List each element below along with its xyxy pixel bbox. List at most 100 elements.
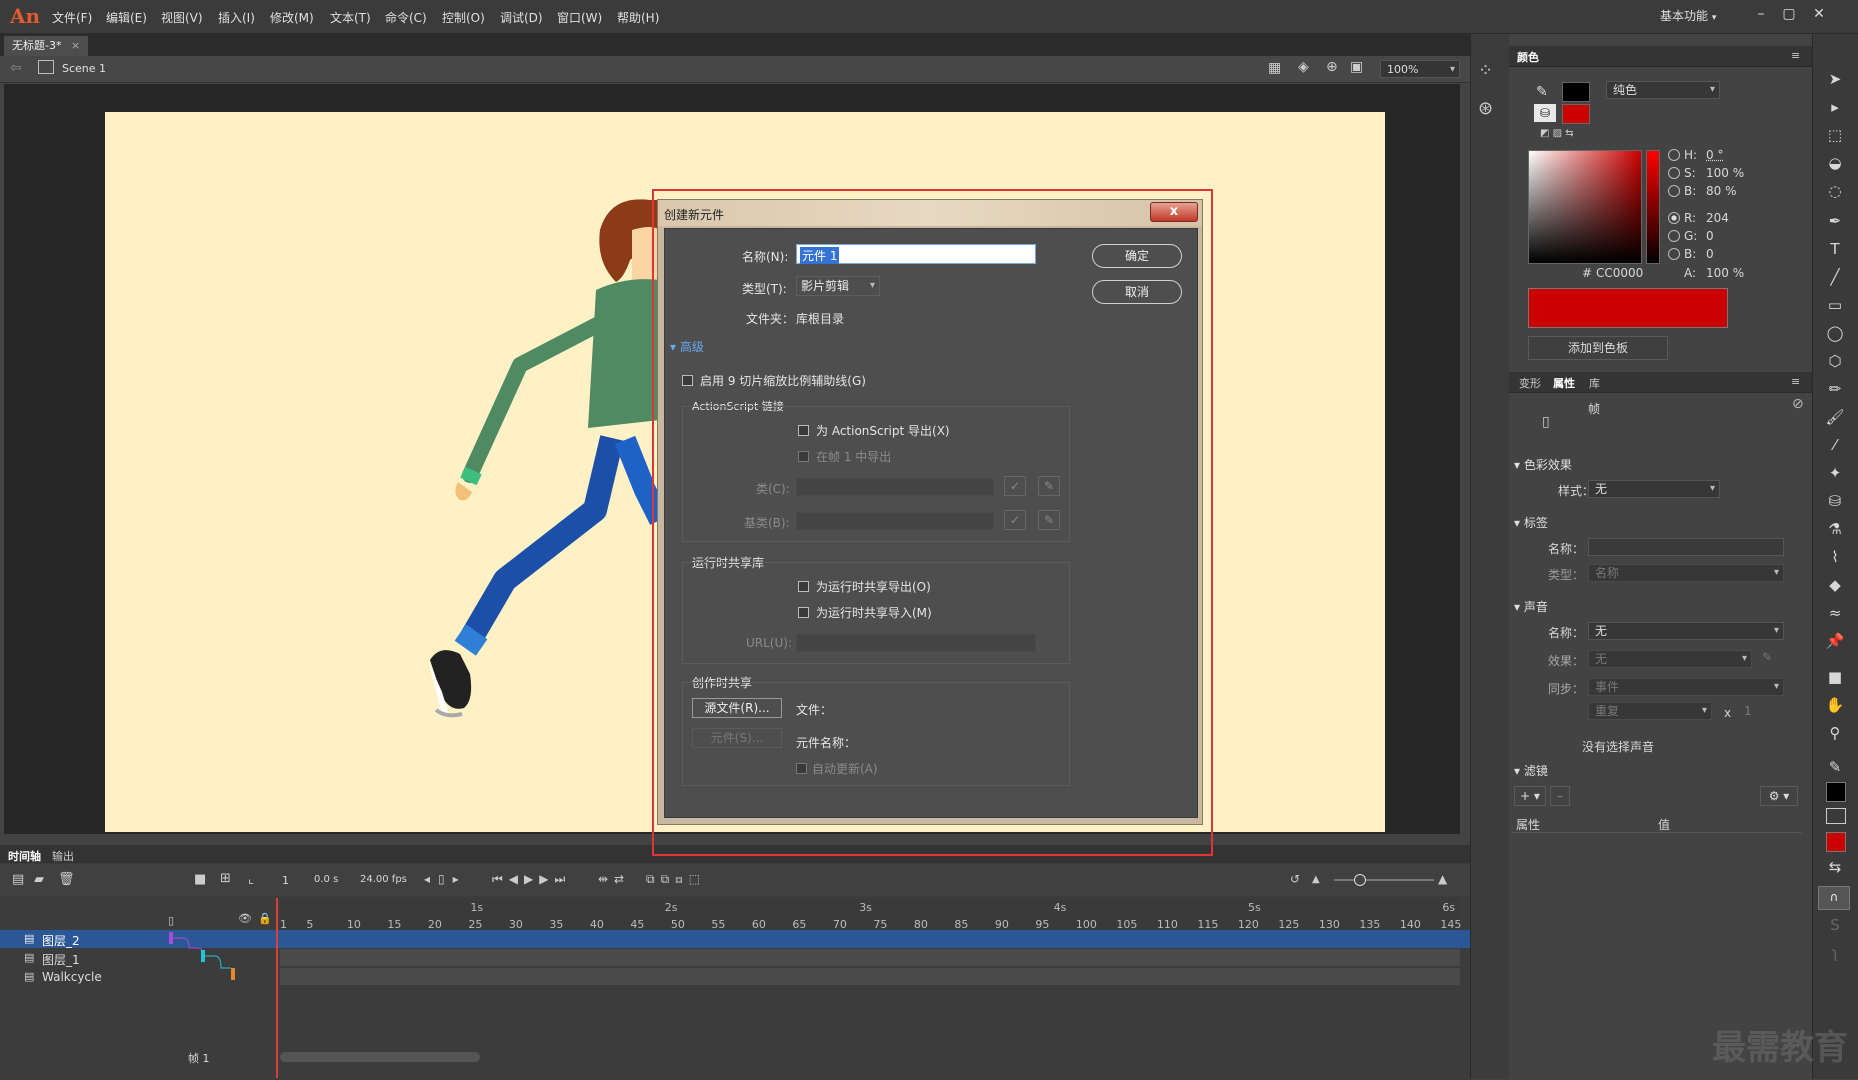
auto-update-checkbox[interactable] (796, 763, 807, 774)
menu-file[interactable]: 文件(F) (52, 9, 92, 26)
paint-bucket-tool-icon[interactable]: ⛁ (1822, 490, 1848, 512)
polystar-tool-icon[interactable]: ⬡ (1822, 350, 1848, 372)
dialog-close-button[interactable]: x (1150, 202, 1198, 222)
layer-frames-track[interactable] (280, 949, 1460, 966)
layer-frames-track[interactable] (280, 930, 1460, 948)
as-export-checkbox[interactable] (798, 425, 809, 436)
layer-name[interactable]: 图层_1 (42, 951, 80, 968)
help-icon[interactable]: ⊘ (1792, 396, 1804, 412)
r-value[interactable]: 204 (1706, 211, 1729, 225)
hand-tool-icon[interactable]: ✋ (1822, 694, 1848, 716)
playhead[interactable] (276, 898, 278, 1078)
pen-tool-icon[interactable]: ✒ (1822, 210, 1848, 232)
add-to-swatches-button[interactable]: 添加到色板 (1528, 336, 1668, 360)
close-window-button[interactable]: ✕ (1806, 4, 1832, 24)
tab-output[interactable]: 输出 (52, 848, 74, 864)
symbol-type-select[interactable]: 影片剪辑 ▾ (796, 276, 880, 296)
zoom-in-icon[interactable]: ▲ (1438, 872, 1447, 886)
smooth-icon[interactable]: S (1822, 914, 1848, 936)
gear-icon[interactable]: ⚙ ▾ (1760, 786, 1798, 806)
symbol-button[interactable]: 元件(S)... (692, 728, 782, 748)
camera-icon[interactable]: ■ (194, 872, 206, 887)
menu-control[interactable]: 控制(O) (442, 9, 485, 26)
url-input[interactable] (796, 634, 1036, 652)
minimize-button[interactable]: – (1748, 4, 1774, 24)
s-value[interactable]: 100 % (1706, 166, 1744, 180)
lasso-icon[interactable]: ◌ (1822, 180, 1848, 202)
layer-name[interactable]: 图层_2 (42, 932, 80, 949)
rectangle-tool-icon[interactable]: ▭ (1822, 294, 1848, 316)
style-select[interactable]: 无 ▾ (1588, 480, 1720, 498)
rt-import-checkbox[interactable] (798, 607, 809, 618)
radio-g[interactable] (1668, 230, 1680, 242)
brush-tool-icon[interactable]: 🖌 (1822, 406, 1848, 428)
cancel-button[interactable]: 取消 (1092, 280, 1182, 304)
onion-skin-controls[interactable]: ⧉⧉⧈⬚ (646, 872, 706, 887)
menu-debug[interactable]: 调试(D) (500, 9, 543, 26)
hex-value[interactable]: CC0000 (1596, 266, 1643, 280)
b-value[interactable]: 80 % (1706, 184, 1737, 198)
h-value[interactable]: 0 ° (1706, 148, 1723, 162)
stroke-color-tool-icon[interactable]: ✎ (1822, 756, 1848, 778)
3d-rotation-icon[interactable]: ◒ (1822, 152, 1848, 174)
menu-commands[interactable]: 命令(C) (385, 9, 427, 26)
blue-value[interactable]: 0 (1706, 247, 1714, 261)
camera-tool-icon[interactable]: ■ (1822, 666, 1848, 688)
tab-transform[interactable]: 变形 (1519, 375, 1541, 391)
zoom-tool-icon[interactable]: ⚲ (1822, 722, 1848, 744)
workspace-switcher[interactable]: 基本功能 ▾ (1660, 7, 1742, 27)
frame-rate[interactable]: 24.00 fps (360, 874, 407, 885)
timeline-zoom-handle[interactable] (1354, 874, 1366, 886)
zoom-out-icon[interactable]: ▲ (1312, 874, 1320, 885)
clip-stage-icon[interactable]: ▣ (1350, 59, 1363, 75)
layer-name[interactable]: Walkcycle (42, 970, 102, 984)
snap-magnet-icon[interactable]: ∩ (1818, 886, 1850, 910)
alpha-value[interactable]: 100 % (1706, 266, 1744, 280)
color-gradient-picker[interactable] (1528, 150, 1642, 264)
sound-effect-select[interactable]: 无 ▾ (1588, 650, 1752, 668)
source-file-button[interactable]: 源文件(R)... (692, 698, 782, 718)
radio-s[interactable] (1668, 167, 1680, 179)
validate-base-icon[interactable]: ✓ (1004, 510, 1026, 530)
zoom-select[interactable]: 100% ▾ (1380, 60, 1460, 78)
advanced-toggle[interactable]: ▾ 高级 (670, 338, 704, 355)
folder-value[interactable]: 库根目录 (796, 310, 844, 327)
edit-base-icon[interactable]: ✎ (1038, 510, 1060, 530)
tab-library[interactable]: 库 (1589, 375, 1600, 391)
rt-export-checkbox[interactable] (798, 581, 809, 592)
eyedropper-icon[interactable]: ⌇ (1822, 546, 1848, 568)
timeline-scrollbar[interactable] (280, 1052, 480, 1062)
subselection-tool-icon[interactable]: ▸ (1822, 96, 1848, 118)
swap-colors-icon[interactable]: ◩ ▨ ⇆ (1540, 128, 1574, 139)
eraser-icon[interactable]: ◆ (1822, 574, 1848, 596)
menu-modify[interactable]: 修改(M) (270, 9, 314, 26)
edit-envelope-icon[interactable]: ✎ (1762, 650, 1772, 664)
scale9-checkbox[interactable] (682, 375, 693, 386)
brightness-slider[interactable] (1646, 150, 1660, 264)
eye-header-icon[interactable]: 👁 (238, 912, 252, 925)
edit-scene-icon[interactable]: ▦ (1268, 60, 1281, 76)
panel-menu-icon[interactable]: ≡ (1791, 49, 1800, 62)
menu-help[interactable]: 帮助(H) (617, 9, 659, 26)
ok-button[interactable]: 确定 (1092, 244, 1182, 268)
back-arrow-icon[interactable]: ⇦ (10, 60, 22, 76)
paint-brush-icon[interactable]: ⁄ (1822, 434, 1848, 456)
text-tool-icon[interactable]: T (1822, 238, 1848, 260)
radio-r[interactable] (1668, 212, 1680, 224)
playback-controls[interactable]: ⏮◀▶▶⏭ (492, 872, 571, 887)
g-value[interactable]: 0 (1706, 229, 1714, 243)
radio-b[interactable] (1668, 185, 1680, 197)
radio-h[interactable] (1668, 149, 1680, 161)
sound-section[interactable]: ▾ 声音 (1514, 598, 1548, 615)
width-tool-icon[interactable]: ≈ (1822, 602, 1848, 624)
graph-icon[interactable]: ⌞ (248, 872, 254, 887)
new-folder-icon[interactable]: ▰ (34, 872, 44, 887)
validate-class-icon[interactable]: ✓ (1004, 476, 1026, 496)
free-transform-icon[interactable]: ⬚ (1822, 124, 1848, 146)
maximize-button[interactable]: ▢ (1776, 4, 1802, 24)
selection-tool-icon[interactable]: ➤ (1822, 68, 1848, 90)
as-frame1-checkbox[interactable] (798, 451, 809, 462)
color-type-select[interactable]: 纯色 ▾ (1606, 81, 1720, 99)
document-tab[interactable]: 无标题-3* × (4, 36, 89, 56)
base-class-input[interactable] (796, 512, 994, 530)
